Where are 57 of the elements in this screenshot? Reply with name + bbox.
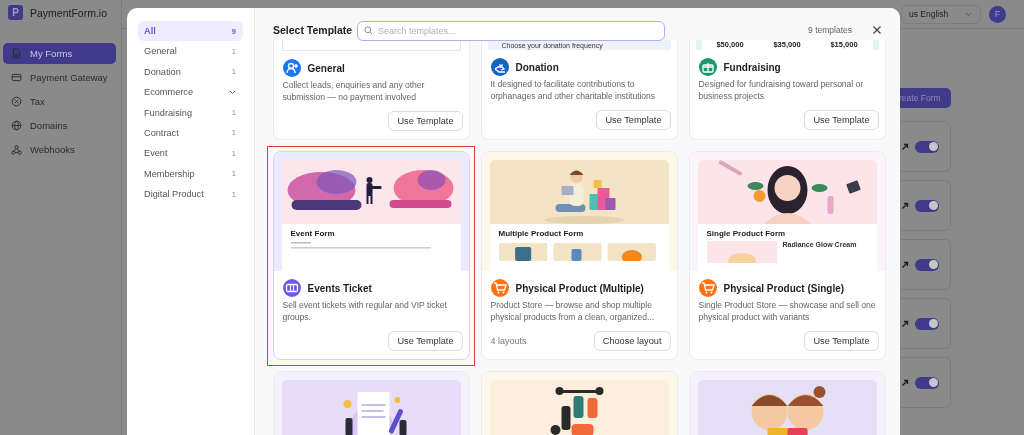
- use-template-button[interactable]: Use Template: [388, 111, 463, 131]
- sidebar-item[interactable]: My Forms: [3, 43, 116, 64]
- use-template-button[interactable]: Choose layout: [593, 331, 671, 351]
- form-title: Multiple Product Form: [498, 229, 585, 238]
- sidebar-item[interactable]: Domains: [3, 115, 116, 136]
- form-title: Event Form: [290, 229, 336, 238]
- chevron-down-icon: [229, 89, 236, 95]
- dialog-title: Select Template: [273, 24, 354, 36]
- template-count: 9 templates: [808, 25, 852, 35]
- toggle-switch[interactable]: [915, 376, 939, 389]
- toggle-switch[interactable]: [915, 199, 939, 212]
- external-link-icon[interactable]: [901, 201, 909, 210]
- template-description: Single Product Store — showcase and sell one physical product with variants: [698, 299, 877, 323]
- toggle-switch[interactable]: [915, 317, 939, 330]
- template-description: It designed to facilitate contributions to orphanages and other charitable institutions: [490, 78, 657, 102]
- form-title: Single Product Form: [706, 229, 787, 238]
- template-description: Product Store — browse and shop multiple physical products from a clean, organized...: [490, 299, 656, 323]
- template-title: Events Ticket: [307, 282, 372, 294]
- template-description: Sell event tickets with regular and VIP ticket groups.: [282, 299, 448, 323]
- close-icon: [872, 25, 882, 35]
- layout-count: 4 layouts: [490, 336, 527, 346]
- chevron-down-icon: [965, 11, 972, 17]
- percent-icon: [11, 95, 22, 107]
- use-template-button[interactable]: Use Template: [596, 110, 671, 130]
- template-card[interactable]: Event Form Events Ticket Sell event tickets with regular and VIP ticket groups. Use Template: [272, 151, 470, 360]
- search-icon: [364, 25, 373, 35]
- template-card[interactable]: General Collect leads, enquiries and any other submission — no payment involved Use Template: [272, 40, 470, 140]
- external-link-icon[interactable]: [901, 260, 909, 269]
- template-description: Designed for fundraising toward personal or business projects: [698, 78, 865, 102]
- toggle-switch[interactable]: [915, 258, 939, 271]
- template-title: Fundraising: [723, 61, 781, 73]
- logo-icon: P: [8, 5, 23, 20]
- template-card[interactable]: Multiple Product Form Physical Product (Multiple) Product Store — browse and shop multiple physical products from a clean, organized... 4 layouts Choose layout: [480, 151, 678, 360]
- document-icon: [11, 47, 22, 59]
- category-item[interactable]: Ecommerce: [138, 82, 243, 103]
- app-name: PaymentForm.io: [30, 6, 108, 19]
- toggle-switch[interactable]: [915, 140, 939, 153]
- globe-icon: [11, 119, 22, 131]
- template-title: Physical Product (Multiple): [515, 282, 644, 294]
- search-field[interactable]: Search templates...: [357, 21, 665, 41]
- sidebar-item[interactable]: Payment Gateway: [3, 67, 116, 88]
- use-template-button[interactable]: Use Template: [804, 110, 879, 130]
- language-select[interactable]: us English: [901, 4, 981, 24]
- sidebar-item[interactable]: Webhooks: [3, 139, 116, 160]
- template-title: Physical Product (Single): [723, 282, 845, 294]
- webhook-icon: [11, 143, 22, 155]
- card-icon: [11, 71, 22, 83]
- use-template-button[interactable]: Use Template: [388, 331, 463, 351]
- use-template-button[interactable]: Use Template: [804, 331, 879, 351]
- template-title: General: [307, 62, 345, 74]
- template-description: Collect leads, enquiries and any other submission — no payment involved: [282, 79, 426, 103]
- external-link-icon[interactable]: [901, 319, 909, 328]
- template-title: Donation: [515, 61, 559, 73]
- user-avatar[interactable]: F: [989, 5, 1006, 23]
- external-link-icon[interactable]: [901, 378, 909, 387]
- sidebar-item[interactable]: Tax: [3, 91, 116, 112]
- external-link-icon[interactable]: [901, 142, 909, 151]
